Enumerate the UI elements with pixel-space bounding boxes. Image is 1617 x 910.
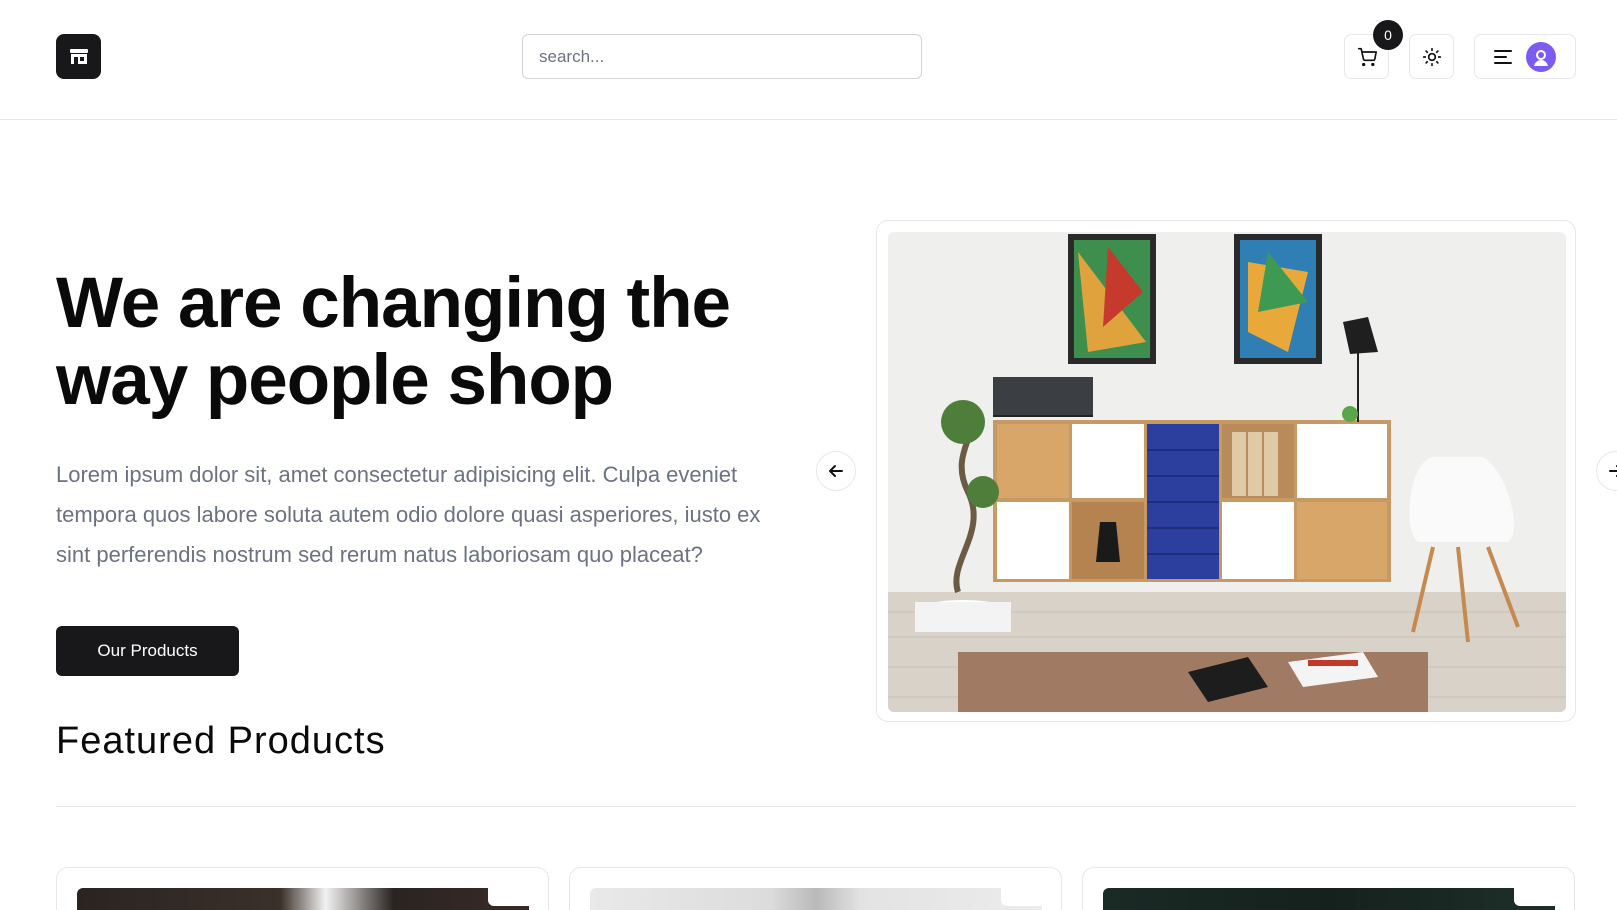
product-card[interactable]: [569, 867, 1062, 910]
favorite-button[interactable]: [1001, 876, 1047, 906]
product-image: [1103, 888, 1555, 910]
navbar: 0: [0, 0, 1617, 120]
carousel-prev-button[interactable]: [816, 451, 856, 491]
sun-icon: [1422, 47, 1441, 66]
featured-products-heading: Featured Products: [56, 720, 386, 762]
product-card[interactable]: [1082, 867, 1575, 910]
hero-description: Lorem ipsum dolor sit, amet consectetur …: [56, 462, 761, 567]
product-image: [590, 888, 1042, 910]
cart-count-badge: 0: [1373, 20, 1403, 50]
our-products-button[interactable]: Our Products: [56, 626, 239, 676]
arrow-right-icon: [1609, 465, 1617, 477]
cart-icon: [1357, 47, 1377, 66]
arrow-left-icon: [829, 465, 843, 477]
store-icon: [69, 48, 88, 64]
carousel-next-button[interactable]: [1596, 451, 1617, 491]
section-divider: [56, 806, 1576, 807]
theme-toggle-button[interactable]: [1409, 34, 1454, 79]
product-card[interactable]: [56, 867, 549, 910]
hero-carousel: [876, 220, 1576, 722]
menu-lines-icon: [1494, 49, 1512, 64]
page: 0 We are changing the way people shop Lo…: [0, 0, 1617, 910]
carousel-slide-image: [888, 232, 1566, 712]
logo-link[interactable]: [56, 34, 101, 79]
product-image: [77, 888, 529, 910]
favorite-button[interactable]: [1514, 876, 1560, 906]
user-avatar-icon: [1526, 41, 1556, 72]
user-menu-button[interactable]: [1474, 34, 1576, 79]
search-input[interactable]: [522, 34, 922, 79]
favorite-button[interactable]: [488, 876, 534, 906]
hero-title: We are changing the way people shop: [56, 264, 731, 420]
